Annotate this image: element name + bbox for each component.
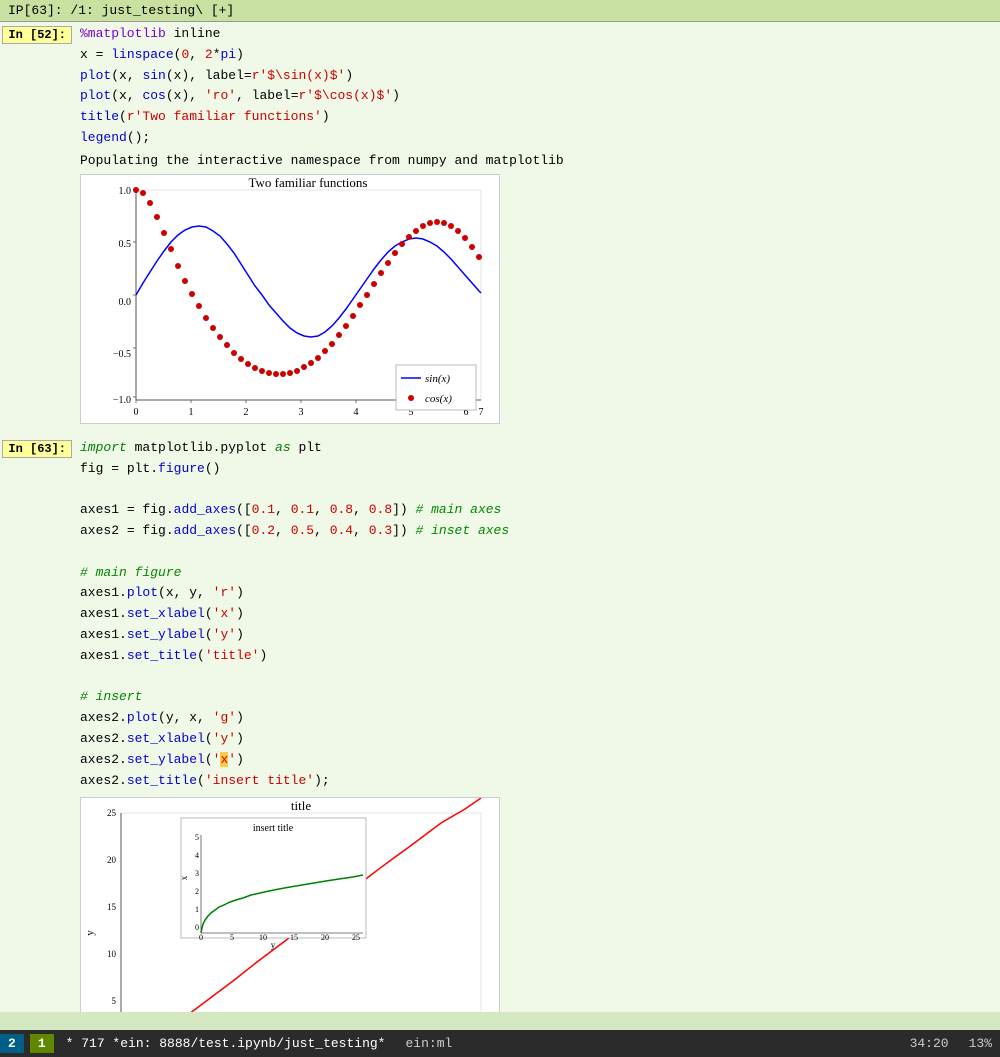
cell-63: In [63]: import matplotlib.pyplot as plt…: [0, 436, 1000, 794]
namespace-text: Populating the interactive namespace fro…: [80, 153, 564, 168]
svg-text:10: 10: [259, 933, 267, 942]
svg-text:4: 4: [354, 407, 359, 418]
status-mode: ein:ml: [395, 1034, 462, 1053]
plot2-ylabel: y: [84, 930, 96, 936]
prompt-52: In [52]:: [0, 24, 80, 44]
plot2-title: title: [291, 798, 311, 813]
svg-text:−1.0: −1.0: [113, 395, 131, 406]
in-badge-52[interactable]: In [52]:: [2, 26, 72, 44]
plot1-title: Two familiar functions: [249, 175, 368, 190]
inset-box: [181, 818, 366, 938]
inset-ylabel: x: [179, 876, 189, 881]
output-52: Populating the interactive namespace fro…: [0, 151, 1000, 170]
svg-text:5: 5: [195, 833, 199, 842]
plot2-svg: title y x 0 5 10 15 20 25 0 1 2 3 4 5: [80, 797, 500, 1012]
title-bar: IP[63]: /1: just_testing\ [+]: [0, 0, 1000, 22]
svg-text:15: 15: [290, 933, 298, 942]
code-52[interactable]: %matplotlib inline x = linspace(0, 2*pi)…: [80, 24, 1000, 149]
notebook-area: In [52]: %matplotlib inline x = linspace…: [0, 22, 1000, 1012]
status-right: 34:20 13%: [910, 1036, 1000, 1051]
status-num2: 2: [0, 1034, 24, 1053]
svg-text:0: 0: [134, 407, 139, 418]
svg-text:1: 1: [189, 407, 194, 418]
svg-text:2: 2: [244, 407, 249, 418]
plot1-svg: Two familiar functions 1.0 0.5 0.0 −0.5 …: [80, 174, 500, 424]
plot1-container: Two familiar functions 1.0 0.5 0.0 −0.5 …: [80, 174, 1000, 428]
svg-text:15: 15: [107, 902, 117, 912]
svg-text:10: 10: [107, 949, 117, 959]
title-text: IP[63]: /1: just_testing\ [+]: [8, 3, 234, 18]
svg-text:5: 5: [112, 996, 117, 1006]
cos-legend-label: cos(x): [425, 393, 452, 405]
inset-title: insert title: [253, 823, 294, 834]
svg-text:25: 25: [352, 933, 360, 942]
svg-text:7: 7: [479, 407, 484, 418]
status-left: 2 1 * 717 *ein: 8888/test.ipynb/just_tes…: [0, 1034, 462, 1053]
svg-text:0.5: 0.5: [119, 239, 132, 250]
in-badge-63[interactable]: In [63]:: [2, 440, 72, 458]
code-63[interactable]: import matplotlib.pyplot as plt fig = pl…: [80, 438, 1000, 792]
prompt-63: In [63]:: [0, 438, 80, 458]
svg-text:3: 3: [195, 869, 199, 878]
cell-52: In [52]: %matplotlib inline x = linspace…: [0, 22, 1000, 151]
inset-xlabel: y: [271, 940, 276, 950]
svg-text:25: 25: [107, 808, 117, 818]
svg-text:0: 0: [195, 923, 199, 932]
status-percent: 13%: [969, 1036, 992, 1051]
svg-text:0.0: 0.0: [119, 297, 132, 308]
status-position: 34:20: [910, 1036, 949, 1051]
status-bar: 2 1 * 717 *ein: 8888/test.ipynb/just_tes…: [0, 1030, 1000, 1057]
output-text-52: Populating the interactive namespace fro…: [80, 153, 1000, 168]
svg-text:5: 5: [230, 933, 234, 942]
svg-text:1: 1: [195, 905, 199, 914]
svg-text:0: 0: [199, 933, 203, 942]
status-file: * 717 *ein: 8888/test.ipynb/just_testing…: [56, 1034, 396, 1053]
status-num1: 1: [30, 1034, 54, 1053]
svg-text:20: 20: [107, 855, 117, 865]
plot2-container: title y x 0 5 10 15 20 25 0 1 2 3 4 5: [80, 797, 1000, 1012]
svg-text:1.0: 1.0: [119, 186, 132, 197]
svg-text:2: 2: [195, 887, 199, 896]
svg-text:4: 4: [195, 851, 199, 860]
sin-legend-label: sin(x): [425, 373, 450, 385]
svg-text:3: 3: [299, 407, 304, 418]
svg-text:−0.5: −0.5: [113, 349, 131, 360]
svg-text:20: 20: [321, 933, 329, 942]
